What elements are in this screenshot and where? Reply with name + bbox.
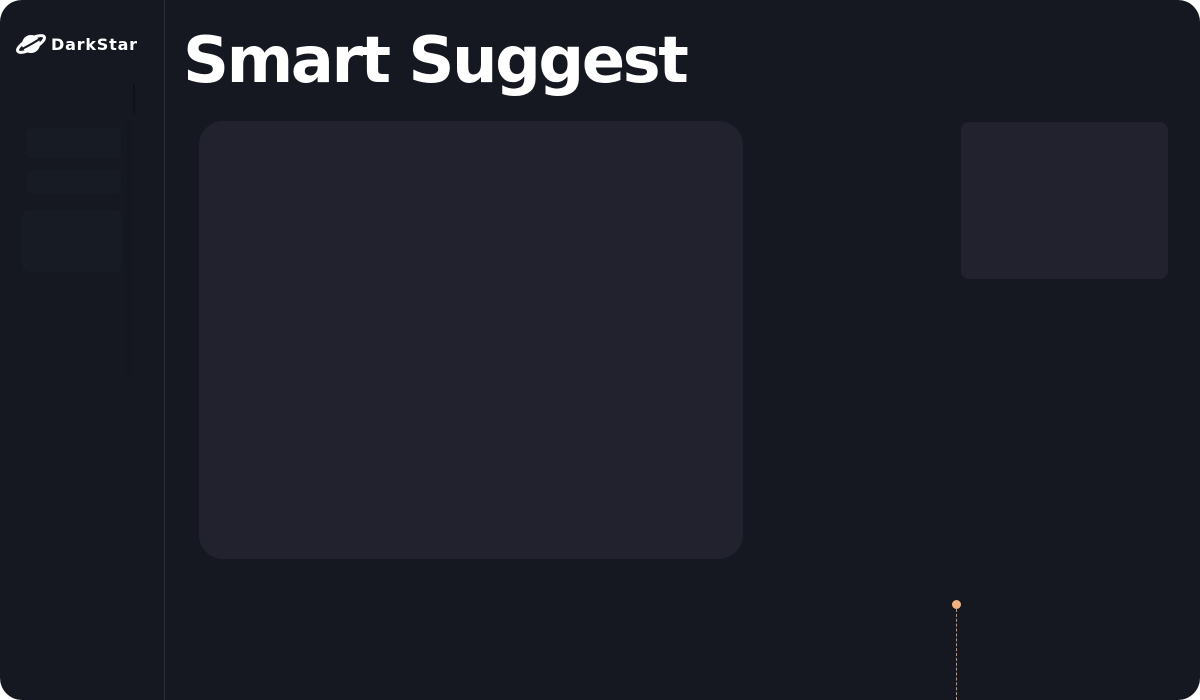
- timeline-marker-dot[interactable]: [952, 600, 961, 609]
- sidebar-placeholder-item: [26, 128, 121, 158]
- sidebar-rail: [126, 120, 132, 380]
- main-content-card: [199, 121, 743, 559]
- planet-icon: [16, 34, 46, 54]
- sidebar-placeholder-item: [26, 170, 121, 194]
- sidebar: DarkStar: [0, 0, 165, 700]
- brand-name: DarkStar: [51, 34, 138, 54]
- brand-logo-link[interactable]: DarkStar: [16, 28, 138, 60]
- sidebar-divider-fragment: [133, 84, 135, 114]
- secondary-info-card: [961, 122, 1168, 279]
- page-title: Smart Suggest: [183, 24, 689, 98]
- app-window: DarkStar Smart Suggest: [0, 0, 1200, 700]
- sidebar-placeholder-card: [22, 210, 122, 272]
- timeline-marker-line: [956, 609, 957, 700]
